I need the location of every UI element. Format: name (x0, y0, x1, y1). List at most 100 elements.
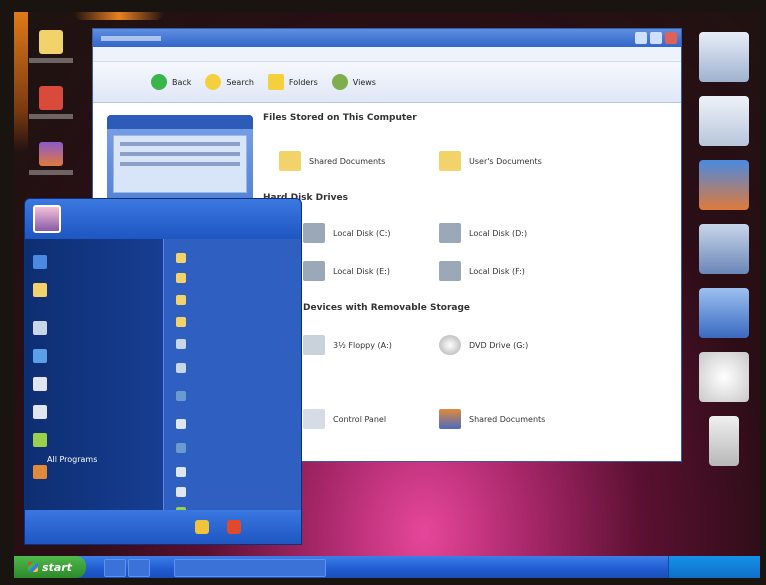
device-item[interactable]: DVD Drive (G:) (439, 335, 528, 355)
system-tray (668, 556, 760, 578)
start-place-item[interactable] (176, 295, 192, 305)
user-avatar (33, 205, 61, 233)
start-place-item[interactable] (176, 391, 192, 401)
dock-icon-documents[interactable] (699, 96, 749, 146)
desktop-icon-folder[interactable] (20, 18, 82, 74)
start-place-item[interactable] (176, 363, 192, 373)
right-dock (688, 26, 760, 480)
drive-item[interactable]: Local Disk (F:) (439, 261, 525, 281)
section-heading: Files Stored on This Computer (263, 113, 417, 123)
start-place-item[interactable] (176, 443, 192, 453)
desktop-icons-left (20, 18, 82, 186)
drive-item[interactable]: Local Disk (E:) (303, 261, 390, 281)
folder-icon (176, 317, 186, 327)
toolbar-search-button[interactable]: Search (205, 74, 254, 90)
control-panel-icon (303, 409, 325, 429)
dock-icon-monitor[interactable] (699, 288, 749, 338)
desktop-icon-app-purple[interactable] (20, 130, 82, 186)
dock-icon-clock[interactable] (699, 352, 749, 402)
start-menu-footer (25, 510, 301, 544)
quick-launch-item[interactable] (128, 559, 150, 577)
control-panel-icon (176, 391, 186, 401)
toolbar-folders-button[interactable]: Folders (267, 74, 318, 90)
search-icon (205, 74, 222, 90)
shutdown-icon[interactable] (227, 520, 241, 534)
mail-icon (33, 283, 47, 297)
drive-icon (439, 223, 461, 243)
folder-icon (439, 151, 461, 171)
toolbar-back-button[interactable]: Back (151, 74, 191, 90)
folder-item[interactable]: User's Documents (439, 151, 542, 171)
start-place-item[interactable] (176, 253, 192, 263)
light-glow-top (74, 12, 164, 20)
explorer-task-pane (107, 115, 253, 211)
start-place-item[interactable] (176, 467, 192, 477)
app-icon (33, 377, 47, 391)
drive-icon (303, 223, 325, 243)
run-icon (176, 487, 186, 497)
desktop: Back Search Folders Views Files Stored o… (14, 12, 760, 578)
start-item-app[interactable] (33, 433, 53, 447)
dock-icon-network[interactable] (699, 224, 749, 274)
dock-icon-media[interactable] (699, 160, 749, 210)
start-item-internet[interactable] (33, 255, 53, 269)
taskbar: start (14, 556, 760, 578)
explorer-titlebar[interactable] (93, 29, 681, 47)
all-programs-button[interactable]: All Programs (47, 455, 97, 464)
start-item-app[interactable] (33, 465, 53, 479)
toolbar-views-button[interactable]: Views (331, 74, 376, 90)
device-item[interactable]: Shared Documents (439, 409, 545, 429)
section-heading: Devices with Removable Storage (303, 303, 471, 313)
start-button[interactable]: start (14, 556, 86, 578)
search-icon (176, 467, 186, 477)
start-item-email[interactable] (33, 283, 53, 297)
start-item-app[interactable] (33, 377, 53, 391)
start-menu-pinned: All Programs (25, 239, 163, 510)
app-icon (39, 141, 63, 166)
start-place-item[interactable] (176, 339, 192, 349)
folder-icon (176, 253, 186, 263)
dock-icon-trash[interactable] (709, 416, 739, 466)
app-icon (33, 465, 47, 479)
minimize-icon[interactable] (635, 32, 647, 44)
dvd-icon (439, 335, 461, 355)
start-place-item[interactable] (176, 419, 192, 429)
log-off-icon[interactable] (195, 520, 209, 534)
start-item-app[interactable] (33, 405, 53, 419)
start-item-app[interactable] (33, 321, 53, 335)
explorer-toolbar: Back Search Folders Views (93, 62, 681, 103)
start-place-item[interactable] (176, 317, 192, 327)
explorer-menubar (93, 47, 681, 62)
taskbar-window-button[interactable] (174, 559, 326, 577)
folder-item[interactable]: Shared Documents (279, 151, 385, 171)
start-place-item[interactable] (176, 273, 192, 283)
drive-icon (303, 261, 325, 281)
computer-icon (176, 339, 186, 349)
browser-icon (33, 255, 47, 269)
app-icon (39, 85, 63, 110)
dock-icon-computer[interactable] (699, 32, 749, 82)
folder-icon (39, 29, 63, 54)
device-item[interactable]: 3½ Floppy (A:) (303, 335, 392, 355)
app-icon (33, 321, 47, 335)
quick-launch-item[interactable] (104, 559, 126, 577)
start-menu-header (25, 199, 301, 239)
start-menu-places (163, 239, 301, 517)
back-arrow-icon (151, 74, 167, 90)
close-icon[interactable] (665, 32, 677, 44)
shared-folder-icon (439, 409, 461, 429)
start-item-app[interactable] (33, 349, 53, 363)
desktop-icon-app-red[interactable] (20, 74, 82, 130)
app-icon (33, 433, 47, 447)
windows-logo-icon (28, 562, 39, 572)
maximize-icon[interactable] (650, 32, 662, 44)
floppy-icon (303, 335, 325, 355)
folder-icon (279, 151, 301, 171)
device-item[interactable]: Control Panel (303, 409, 386, 429)
folders-icon (267, 74, 284, 90)
help-icon (176, 443, 186, 453)
drive-item[interactable]: Local Disk (D:) (439, 223, 527, 243)
drive-item[interactable]: Local Disk (C:) (303, 223, 391, 243)
start-place-item[interactable] (176, 487, 192, 497)
explorer-content: Files Stored on This Computer Shared Doc… (263, 107, 681, 461)
